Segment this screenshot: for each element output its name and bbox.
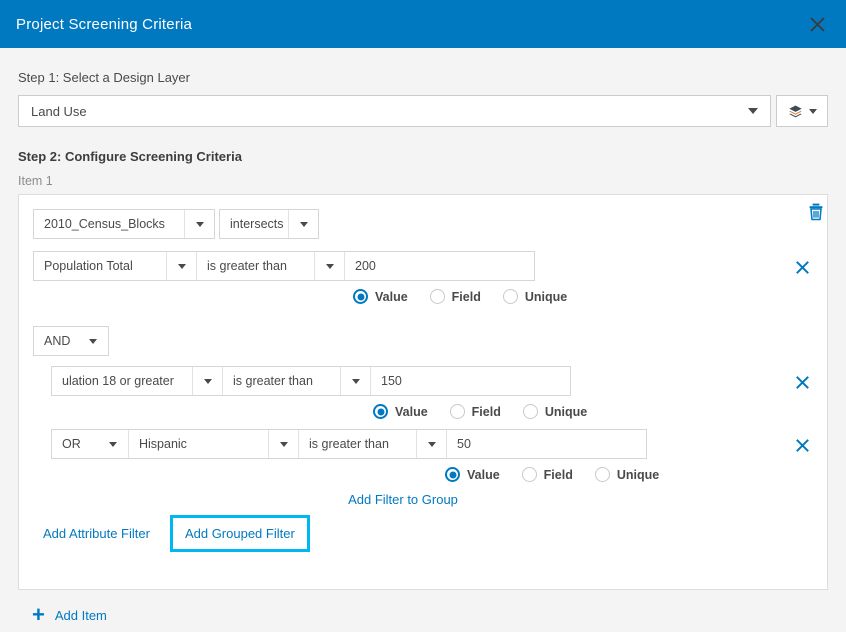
filter-1-value[interactable]: 200 — [344, 252, 534, 280]
item-label: Item 1 — [18, 174, 828, 188]
chevron-down-icon — [809, 109, 817, 114]
filter-2-operator[interactable]: is greater than — [222, 367, 340, 395]
remove-filter-2-button[interactable] — [791, 371, 813, 393]
radio-label: Unique — [525, 290, 567, 304]
filter-row-2: ulation 18 or greater is greater than 15… — [51, 366, 813, 396]
radio-selected-icon — [373, 404, 388, 419]
radio-unselected-icon — [450, 404, 465, 419]
filter-3-controls: OR Hispanic is greater than 50 — [51, 429, 647, 459]
radio-unselected-icon — [523, 404, 538, 419]
radio-label: Value — [375, 290, 408, 304]
chevron-down-icon[interactable] — [166, 252, 196, 280]
filter-2-value-type-group: Value Field Unique — [373, 404, 813, 419]
filter-3-operator[interactable]: is greater than — [298, 430, 416, 458]
chevron-down-icon[interactable] — [416, 430, 446, 458]
chevron-down-icon[interactable] — [98, 430, 128, 458]
relationship-value: intersects — [220, 210, 288, 238]
radio-unselected-icon — [595, 467, 610, 482]
radio-label: Unique — [617, 468, 659, 482]
add-item-label: Add Item — [55, 608, 107, 623]
filter-3-field[interactable]: Hispanic — [128, 430, 268, 458]
chevron-down-icon[interactable] — [268, 430, 298, 458]
layers-stack-icon — [788, 104, 803, 119]
radio-unselected-icon — [503, 289, 518, 304]
radio-selected-icon — [445, 467, 460, 482]
add-attribute-filter-button[interactable]: Add Attribute Filter — [33, 518, 160, 549]
chevron-down-icon[interactable] — [288, 210, 318, 238]
filter-2-value[interactable]: 150 — [370, 367, 570, 395]
close-icon — [809, 16, 826, 33]
radio-label: Value — [467, 468, 500, 482]
trash-icon — [808, 203, 824, 221]
layers-picker-button[interactable] — [776, 95, 828, 127]
source-layer-select[interactable]: 2010_Census_Blocks — [33, 209, 215, 239]
source-layer-value: 2010_Census_Blocks — [34, 210, 184, 238]
step1-label: Step 1: Select a Design Layer — [18, 70, 828, 85]
filter-1-value-type-value[interactable]: Value — [353, 289, 408, 304]
filter-1-controls: Population Total is greater than 200 — [33, 251, 535, 281]
filter-3-value-type-value[interactable]: Value — [445, 467, 500, 482]
filter-3-value-type-unique[interactable]: Unique — [595, 467, 659, 482]
radio-label: Value — [395, 405, 428, 419]
close-icon — [795, 260, 810, 275]
delete-item-button[interactable] — [805, 201, 827, 223]
chevron-down-icon[interactable] — [192, 367, 222, 395]
filter-2-field[interactable]: ulation 18 or greater — [52, 367, 192, 395]
radio-selected-icon — [353, 289, 368, 304]
filter-2-value-type-value[interactable]: Value — [373, 404, 428, 419]
filter-1-value-type-field[interactable]: Field — [430, 289, 481, 304]
radio-label: Field — [544, 468, 573, 482]
filter-row-3: OR Hispanic is greater than 50 — [51, 429, 813, 459]
plus-icon: + — [32, 604, 45, 626]
group-logic-operator-value: AND — [34, 327, 78, 355]
chevron-down-icon[interactable] — [184, 210, 214, 238]
add-filter-to-group-row: Add Filter to Group — [33, 492, 813, 507]
filter-3-value-type-field[interactable]: Field — [522, 467, 573, 482]
chevron-down-icon — [748, 108, 758, 114]
design-layer-row: Land Use — [18, 95, 828, 127]
radio-label: Field — [472, 405, 501, 419]
radio-unselected-icon — [522, 467, 537, 482]
filter-1-field[interactable]: Population Total — [34, 252, 166, 280]
radio-unselected-icon — [430, 289, 445, 304]
window-titlebar: Project Screening Criteria — [0, 0, 846, 48]
close-icon — [795, 438, 810, 453]
chevron-down-icon[interactable] — [340, 367, 370, 395]
add-filter-to-group-link[interactable]: Add Filter to Group — [348, 492, 458, 507]
step2-label: Step 2: Configure Screening Criteria — [18, 149, 828, 164]
design-layer-select[interactable]: Land Use — [18, 95, 771, 127]
close-icon — [795, 375, 810, 390]
criteria-card: 2010_Census_Blocks intersects Population… — [18, 194, 828, 590]
filter-2-controls: ulation 18 or greater is greater than 15… — [51, 366, 571, 396]
radio-label: Unique — [545, 405, 587, 419]
filter-1-operator[interactable]: is greater than — [196, 252, 314, 280]
remove-filter-1-button[interactable] — [791, 256, 813, 278]
remove-filter-3-button[interactable] — [791, 434, 813, 456]
radio-label: Field — [452, 290, 481, 304]
relationship-select[interactable]: intersects — [219, 209, 319, 239]
filter-3-logic[interactable]: OR — [52, 430, 98, 458]
add-item-button[interactable]: + Add Item — [18, 590, 828, 626]
group-logic-operator-select[interactable]: AND — [33, 326, 109, 356]
window-title: Project Screening Criteria — [16, 16, 192, 33]
add-grouped-filter-button[interactable]: Add Grouped Filter — [170, 515, 310, 552]
filter-2-value-type-unique[interactable]: Unique — [523, 404, 587, 419]
chevron-down-icon[interactable] — [78, 327, 108, 355]
design-layer-value: Land Use — [31, 104, 87, 119]
filter-2-value-type-field[interactable]: Field — [450, 404, 501, 419]
filter-3-value-type-group: Value Field Unique — [445, 467, 813, 482]
dialog-body: Step 1: Select a Design Layer Land Use S… — [0, 70, 846, 626]
filter-1-value-type-unique[interactable]: Unique — [503, 289, 567, 304]
close-button[interactable] — [804, 11, 830, 37]
filter-row-1: Population Total is greater than 200 — [33, 251, 813, 281]
filter-3-value[interactable]: 50 — [446, 430, 646, 458]
card-footer-links: Add Attribute Filter Add Grouped Filter — [33, 515, 813, 556]
chevron-down-icon[interactable] — [314, 252, 344, 280]
source-layer-row: 2010_Census_Blocks intersects — [33, 209, 813, 239]
filter-1-value-type-group: Value Field Unique — [353, 289, 813, 304]
